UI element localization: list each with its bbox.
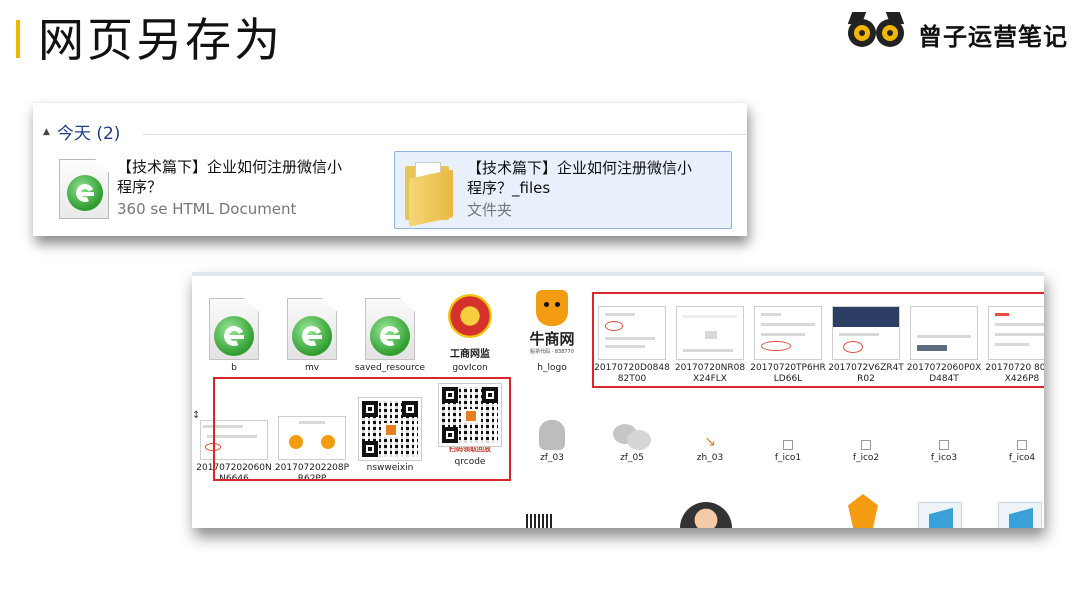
- partial-qr-thumbnail[interactable]: [526, 514, 554, 528]
- title-accent-bar: [16, 20, 20, 58]
- html-document-icon: [365, 298, 415, 360]
- file-label: f_ico2: [852, 453, 880, 463]
- qq-icon: [539, 420, 565, 450]
- folder-type: 文件夹: [467, 201, 513, 219]
- folder-name-line1: 【技术篇下】企业如何注册微信小: [467, 159, 693, 177]
- file-label: mv: [304, 363, 320, 373]
- collapse-triangle-icon[interactable]: ▲: [43, 127, 50, 137]
- partial-image-file-icon[interactable]: [998, 502, 1042, 528]
- file-label: f_ico1: [774, 453, 802, 463]
- file-tile-saved-resource[interactable]: saved_resource: [352, 288, 428, 374]
- explorer-saved-files-panel: ▲ 今天 (2) 【技术篇下】企业如何注册微信小 程序？ 360 se HTML…: [33, 102, 747, 236]
- file-label: zh_03: [696, 453, 724, 463]
- group-divider: [143, 134, 747, 135]
- partial-logo-thumbnail[interactable]: [848, 494, 878, 528]
- chat-icon: [613, 420, 651, 450]
- file-label: h_logo: [537, 363, 567, 373]
- brand-logo: 曾子运营笔记: [844, 10, 1068, 58]
- file-label: f_ico3: [930, 453, 958, 463]
- owl-icon: [844, 10, 908, 58]
- file-item-html-document[interactable]: 【技术篇下】企业如何注册微信小 程序？ 360 se HTML Document: [59, 151, 389, 229]
- highlight-box-row1-images: [592, 292, 1044, 388]
- file-name-line2: 程序？: [117, 178, 163, 196]
- file-label: b: [231, 363, 237, 373]
- partial-avatar-thumbnail[interactable]: [680, 502, 732, 528]
- file-label: f_ico4: [1008, 453, 1036, 463]
- html-document-icon: [209, 298, 259, 360]
- small-image-icon: [861, 440, 871, 450]
- group-header-today[interactable]: ▲ 今天 (2): [43, 119, 120, 144]
- group-header-label: 今天 (2): [56, 124, 121, 144]
- file-tile-h-logo[interactable]: 牛商网 股票代码 · 838770 h_logo: [514, 288, 590, 374]
- file-label: govIcon: [452, 363, 488, 373]
- file-tile-zh03[interactable]: ↘ zh_03: [672, 388, 748, 464]
- explorer-folder-contents-panel: ↕ b mv saved_resource 工商网监 govIcon 牛商网 股票…: [192, 272, 1044, 528]
- partial-image-file-icon[interactable]: [918, 502, 962, 528]
- small-image-icon: [783, 440, 793, 450]
- file-label: saved_resource: [354, 363, 426, 373]
- niushang-logo-icon: 牛商网 股票代码 · 838770: [522, 290, 582, 360]
- file-tile-zf05[interactable]: zf_05: [594, 388, 670, 464]
- file-tile-mv[interactable]: mv: [274, 288, 350, 374]
- arrow-icon: ↘: [704, 434, 716, 450]
- file-label: zf_03: [540, 453, 564, 463]
- file-type: 360 se HTML Document: [117, 200, 297, 218]
- html-document-icon: [287, 298, 337, 360]
- small-image-icon: [939, 440, 949, 450]
- file-tile-fico4[interactable]: f_ico4: [984, 388, 1044, 464]
- folder-icon: [405, 160, 459, 227]
- gov-emblem-icon: 工商网监: [442, 294, 498, 360]
- file-name-line1: 【技术篇下】企业如何注册微信小: [117, 158, 343, 176]
- file-tile-zf03[interactable]: zf_03: [514, 388, 590, 464]
- file-tile-fico2[interactable]: f_ico2: [828, 388, 904, 464]
- slide-title: 网页另存为: [38, 13, 283, 67]
- html-document-icon: [59, 159, 109, 219]
- file-tile-fico1[interactable]: f_ico1: [750, 388, 826, 464]
- file-tile-b[interactable]: b: [196, 288, 272, 374]
- folder-name-line2: 程序？_files: [467, 179, 551, 197]
- brand-name: 曾子运营笔记: [918, 22, 1068, 51]
- small-image-icon: [1017, 440, 1027, 450]
- file-label: zf_05: [620, 453, 644, 463]
- file-item-folder-selected[interactable]: 【技术篇下】企业如何注册微信小 程序？_files 文件夹: [394, 151, 732, 229]
- file-tile-govicon[interactable]: 工商网监 govIcon: [432, 288, 508, 374]
- highlight-box-row2-images: [213, 377, 511, 481]
- file-tile-fico3[interactable]: f_ico3: [906, 388, 982, 464]
